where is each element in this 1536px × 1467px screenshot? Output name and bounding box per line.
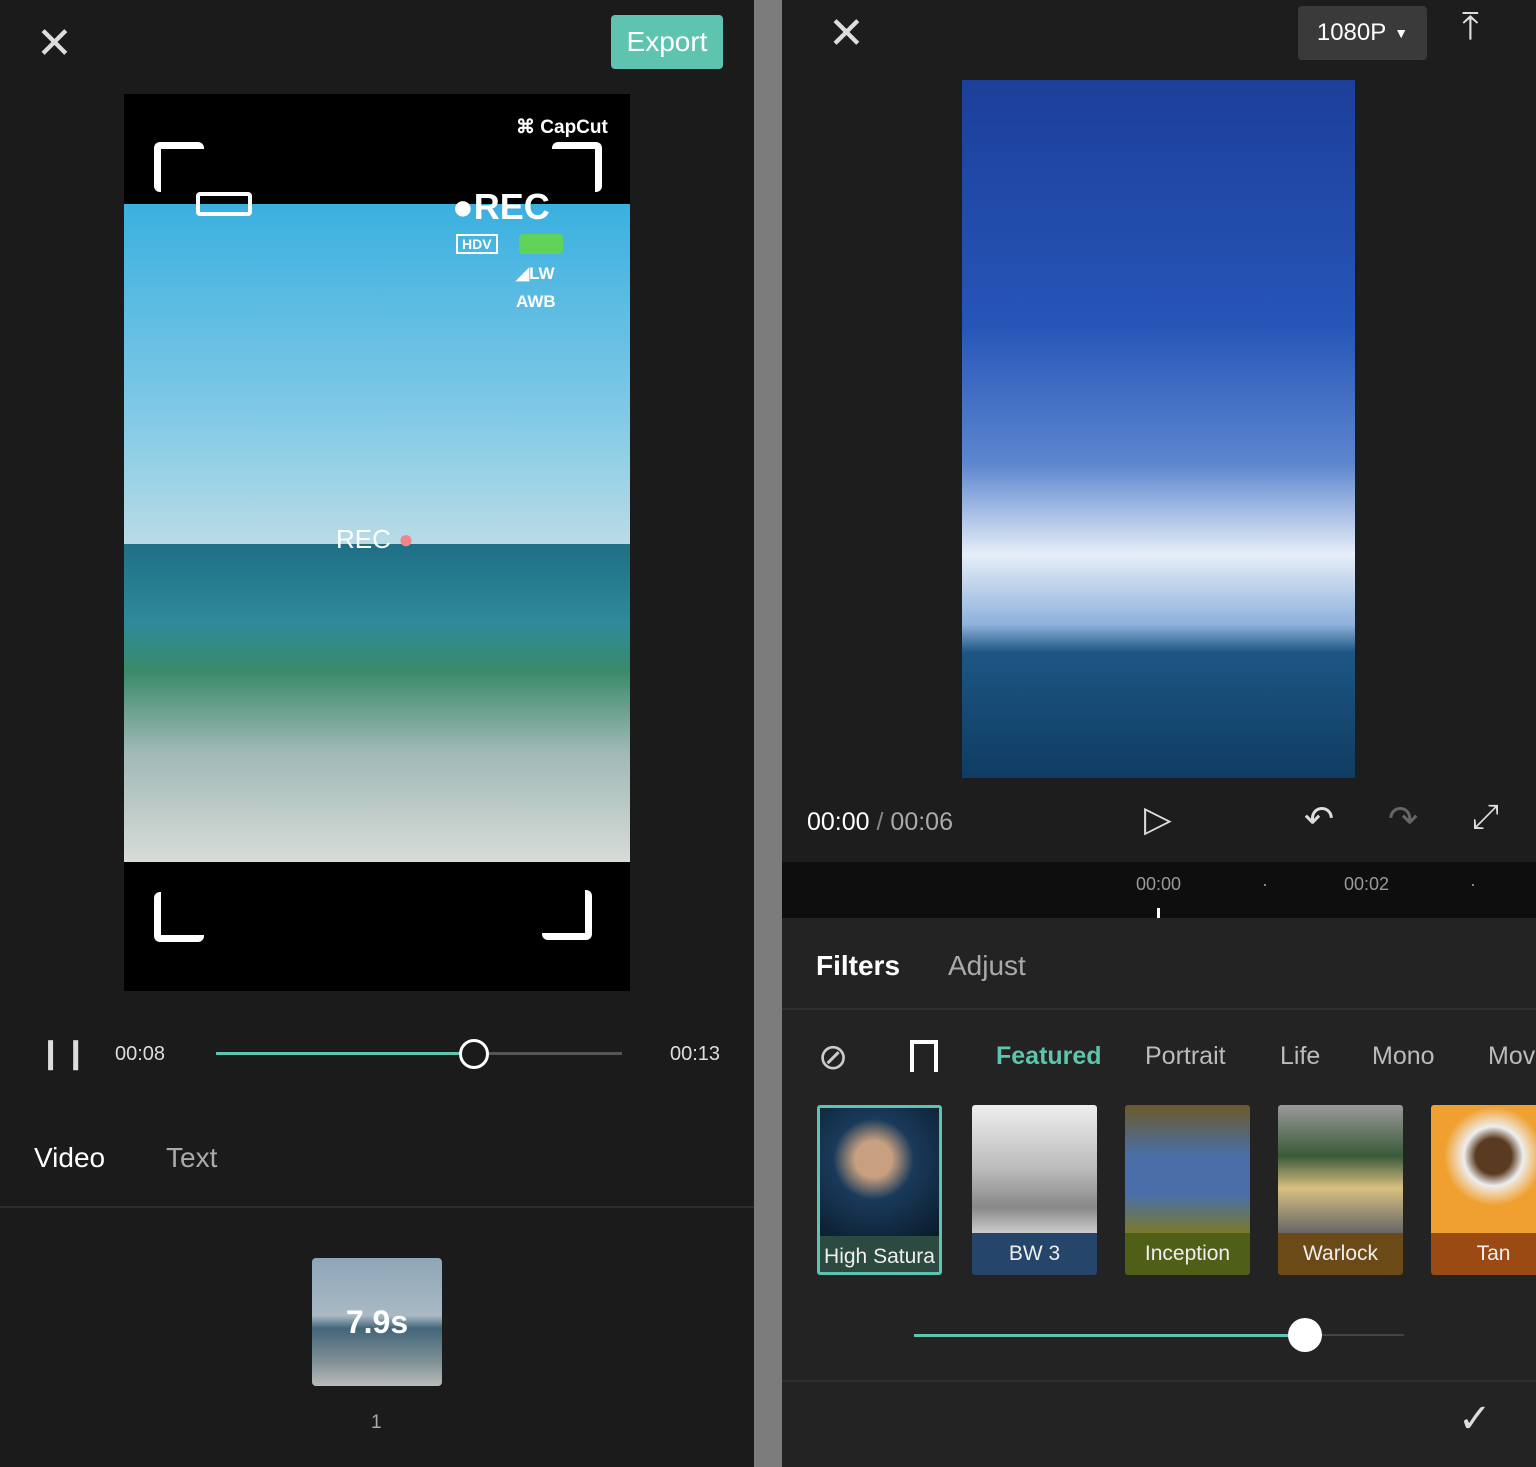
filter-bw3[interactable]: BW 3 (972, 1105, 1097, 1275)
frame-corner-bl (154, 892, 204, 942)
filter-label: BW 3 (972, 1233, 1097, 1275)
tick-dot: · (1470, 874, 1476, 894)
clip-thumbnail[interactable]: 7.9s (312, 1258, 442, 1386)
tick-dot: · (1262, 874, 1268, 894)
filter-inception[interactable]: Inception (1125, 1105, 1250, 1275)
sea-image (124, 544, 630, 862)
resolution-dropdown[interactable]: 1080P ▼ (1298, 6, 1427, 60)
caret-down-icon: ▼ (1394, 25, 1409, 41)
no-filter-icon[interactable]: ⊘ (818, 1036, 848, 1078)
hdv-badge: HDV (456, 234, 498, 254)
clip-index: 1 (371, 1412, 382, 1433)
tick-label: 00:00 (1136, 874, 1182, 894)
filter-label: High Satura (820, 1236, 939, 1272)
close-icon[interactable]: ✕ (36, 22, 73, 66)
divider (782, 1008, 1536, 1010)
timeline-ruler[interactable]: 00:00 · 00:02 · (782, 862, 1536, 918)
redo-icon[interactable]: ↷ (1388, 798, 1418, 840)
tick-label: 00:02 (1344, 874, 1390, 894)
confirm-check-icon[interactable]: ✓ (1458, 1396, 1492, 1442)
category-movies[interactable]: Mov (1488, 1042, 1535, 1071)
category-portrait[interactable]: Portrait (1145, 1042, 1226, 1071)
awb-label: AWB (516, 292, 556, 311)
filter-label: Tan (1431, 1233, 1536, 1275)
right-filter-screen: ✕ 1080P ▼ ⤒ 00:00 / 00:06 ▷ ↶ ↷ ⤢ 00:00 ·… (782, 0, 1536, 1467)
filter-preview-image (972, 1105, 1097, 1233)
divider (0, 1206, 754, 1208)
fullscreen-icon[interactable]: ⤢ (1472, 798, 1499, 837)
screen-divider (754, 0, 782, 1467)
time-display: 00:00 / 00:06 (807, 808, 953, 837)
filter-tan[interactable]: Tan (1431, 1105, 1536, 1275)
tab-adjust[interactable]: Adjust (948, 950, 1026, 982)
frame-corner-tl (154, 142, 204, 192)
play-icon[interactable]: ▷ (1144, 798, 1172, 840)
rec-indicator: ●REC (452, 186, 550, 227)
category-featured[interactable]: Featured (996, 1042, 1102, 1071)
category-mono[interactable]: Mono (1372, 1042, 1435, 1071)
seek-bar-progress (216, 1052, 474, 1055)
frame-corner-tr (552, 142, 602, 192)
time-separator: / (876, 808, 884, 836)
resolution-value: 1080P (1316, 19, 1387, 46)
lw-label: ◢LW (516, 264, 555, 283)
filter-high-saturation[interactable]: High Satura (817, 1105, 942, 1275)
filter-warlock[interactable]: Warlock (1278, 1105, 1403, 1275)
bookmark-icon[interactable] (910, 1040, 938, 1072)
close-icon[interactable]: ✕ (828, 12, 865, 56)
filter-preview-image (1431, 1105, 1536, 1233)
battery-icon (196, 192, 252, 216)
total-time: 00:06 (890, 808, 953, 836)
filter-preview-image (1278, 1105, 1403, 1233)
category-life[interactable]: Life (1280, 1042, 1320, 1071)
current-time: 00:00 (807, 808, 870, 836)
frame-corner-br (542, 890, 592, 940)
signal-icon (519, 234, 563, 254)
tab-filters[interactable]: Filters (816, 950, 900, 982)
current-time: 00:08 (115, 1043, 166, 1065)
upload-icon[interactable]: ⤒ (1462, 6, 1479, 49)
playhead[interactable] (1157, 908, 1160, 918)
filter-label: Inception (1125, 1233, 1250, 1275)
rec-text: REC ● (336, 524, 414, 554)
divider (782, 1380, 1536, 1382)
capcut-watermark: ⌘ CapCut (516, 117, 608, 138)
undo-icon[interactable]: ↶ (1304, 798, 1334, 840)
intensity-slider-fill (914, 1334, 1304, 1337)
tab-video[interactable]: Video (34, 1142, 105, 1174)
seek-handle[interactable] (459, 1039, 489, 1069)
tab-text[interactable]: Text (166, 1142, 217, 1174)
export-button[interactable]: Export (611, 15, 723, 69)
total-time: 00:13 (670, 1043, 721, 1065)
filter-preview-image (820, 1108, 939, 1236)
sky-image (124, 204, 630, 544)
filter-label: Warlock (1278, 1233, 1403, 1275)
pause-icon[interactable]: ❙❙ (38, 1036, 88, 1071)
clip-duration: 7.9s (345, 1303, 409, 1340)
intensity-handle[interactable] (1288, 1318, 1322, 1352)
left-editor-screen: ✕ Export ⌘ CapCut ●REC HDV ◢LW AWB REC ●… (0, 0, 754, 1467)
filter-preview-image (1125, 1105, 1250, 1233)
video-preview[interactable] (962, 80, 1355, 778)
video-preview[interactable]: ⌘ CapCut ●REC HDV ◢LW AWB REC ● (124, 94, 630, 991)
brand-text: CapCut (540, 117, 608, 138)
